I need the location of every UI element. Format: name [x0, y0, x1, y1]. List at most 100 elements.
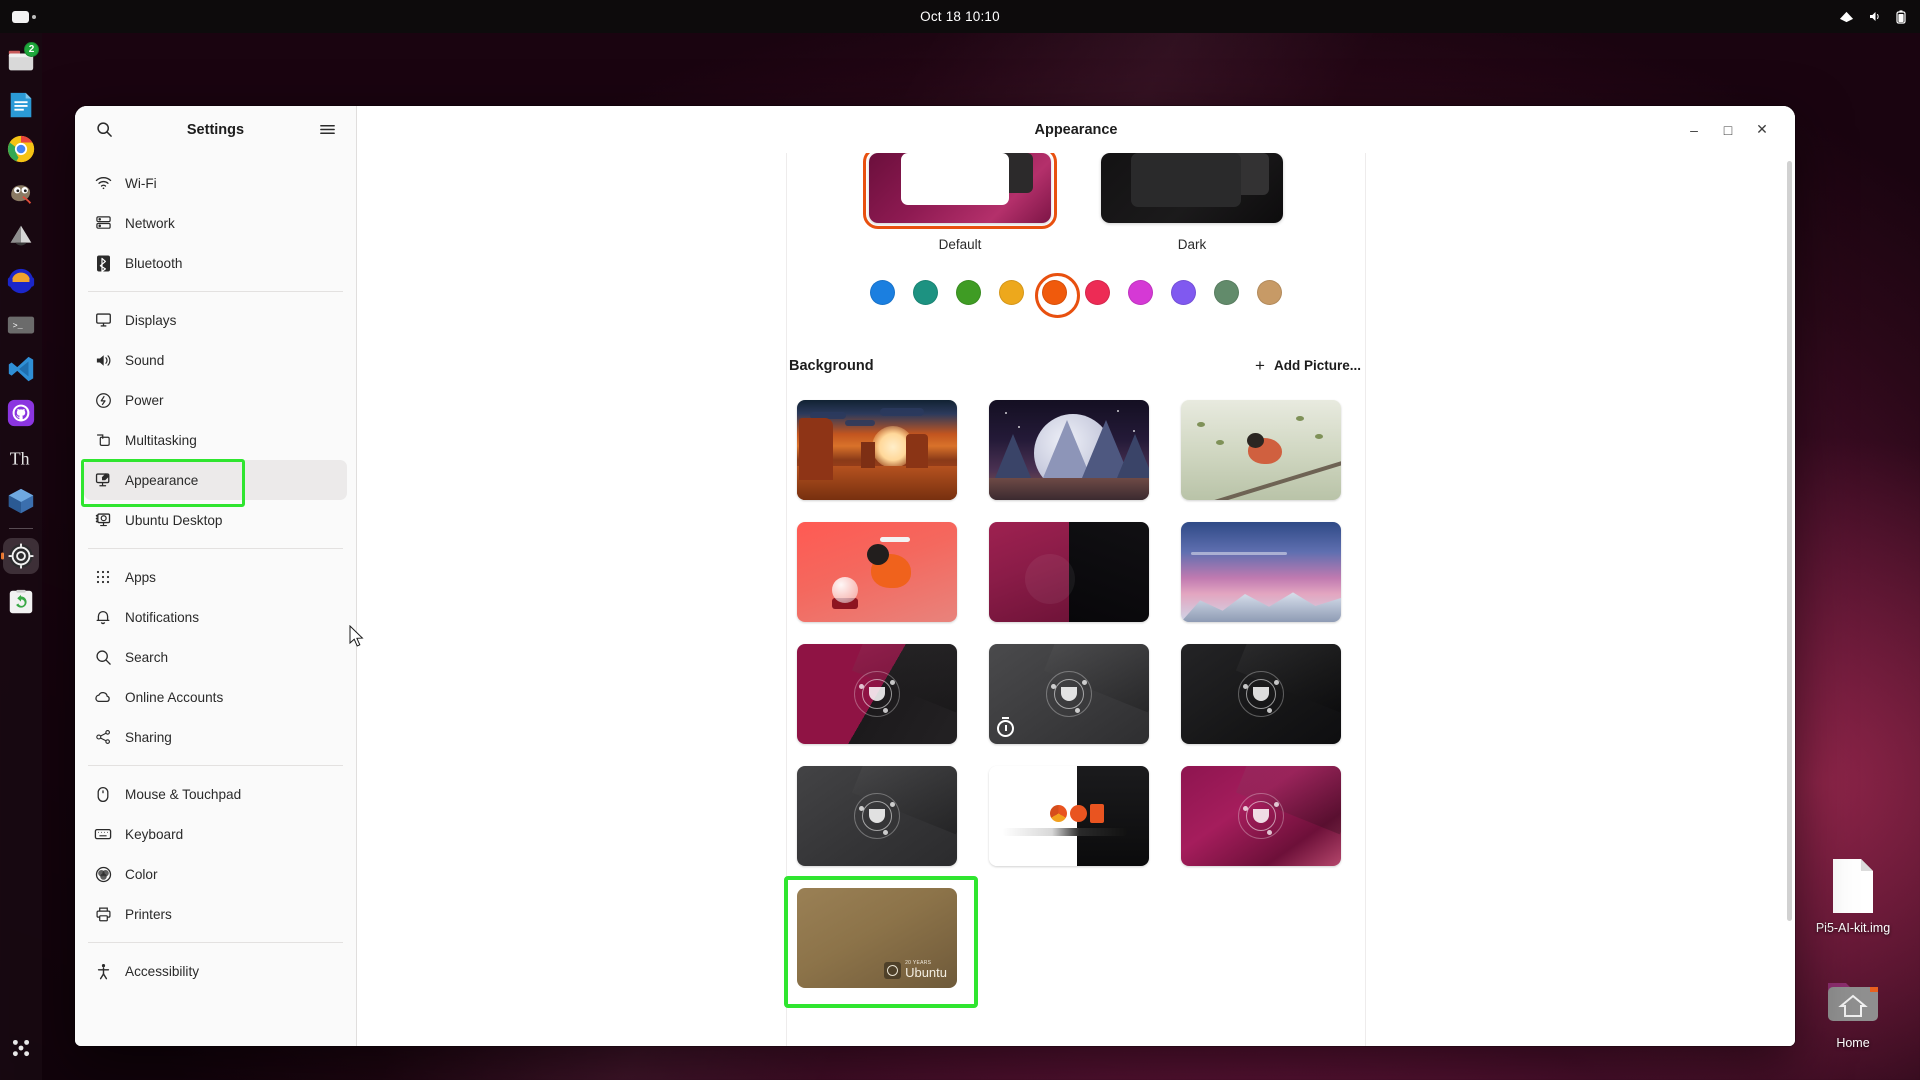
sidebar-item-ubuntu-desktop[interactable]: Ubuntu Desktop	[84, 500, 347, 540]
search-button[interactable]	[89, 115, 119, 145]
accent-color-purple[interactable]	[1171, 280, 1196, 305]
style-option-dark[interactable]: Dark	[1101, 153, 1283, 252]
dock-item-files[interactable]: 2	[2, 39, 40, 83]
sidebar-item-apps[interactable]: Apps	[84, 557, 347, 597]
ubuntu-logo-icon	[1049, 805, 1067, 822]
wallpaper-thumbnail	[1181, 522, 1341, 622]
sidebar-item-label: Color	[125, 866, 158, 882]
sidebar-item-keyboard[interactable]: Keyboard	[84, 814, 347, 854]
wallpaper-ubuntu-white-black[interactable]	[989, 766, 1149, 866]
wallpaper-ubuntu-pink[interactable]	[1181, 766, 1341, 866]
desktop-icon-label: Pi5-AI-kit.img	[1815, 921, 1891, 935]
system-status-area[interactable]	[1839, 9, 1906, 24]
sidebar-item-label: Sound	[125, 352, 165, 368]
accent-color-magenta[interactable]	[1128, 280, 1153, 305]
show-applications-button[interactable]	[2, 1026, 40, 1070]
sidebar-item-notifications[interactable]: Notifications	[84, 597, 347, 637]
sidebar-item-online-accounts[interactable]: Online Accounts	[84, 677, 347, 717]
sidebar-item-color[interactable]: Color	[84, 854, 347, 894]
wallpaper-ubuntu-gray-dark[interactable]	[797, 766, 957, 866]
wallpaper-ubuntu-magenta-dark[interactable]	[797, 644, 957, 744]
appearance-icon	[94, 471, 112, 489]
wallpaper-ubuntu-split-magenta[interactable]	[989, 522, 1149, 622]
dock-item-gimp[interactable]	[2, 171, 40, 215]
clock[interactable]: Oct 18 10:10	[920, 9, 1000, 24]
desktop-icon-home[interactable]: Home	[1805, 970, 1901, 1051]
wallpaper-moon-over-mountains[interactable]	[989, 400, 1149, 500]
wallpaper-ubuntu-black[interactable]	[1181, 644, 1341, 744]
sidebar-item-displays[interactable]: Displays	[84, 300, 347, 340]
sidebar-item-sound[interactable]: Sound	[84, 340, 347, 380]
accent-color-teal[interactable]	[913, 280, 938, 305]
wallpaper-ubuntu-20-years[interactable]: 20 YEARS Ubuntu	[784, 876, 978, 1008]
wallpaper-snowy-mountain-dusk[interactable]	[1181, 522, 1341, 622]
activities-button[interactable]	[12, 10, 36, 23]
activities-dot-icon	[32, 14, 36, 19]
main-menu-button[interactable]	[312, 115, 342, 145]
home-folder-icon	[1805, 970, 1901, 1032]
wallpaper-thumbnail	[989, 766, 1149, 866]
wallpaper-ubuntu-gray-timed[interactable]	[989, 644, 1149, 744]
sidebar-item-search[interactable]: Search	[84, 637, 347, 677]
vertical-scrollbar[interactable]	[1787, 161, 1792, 921]
accent-color-sage[interactable]	[1214, 280, 1239, 305]
sidebar-item-mouse-touchpad[interactable]: Mouse & Touchpad	[84, 774, 347, 814]
gear-icon	[8, 543, 34, 569]
wallpaper-grid: 20 YEARS Ubuntu	[784, 400, 1365, 1008]
accent-color-red[interactable]	[1085, 280, 1110, 305]
dock-item-thunderbird[interactable]: Th	[2, 435, 40, 479]
wallpaper-thumbnail	[797, 400, 957, 500]
sidebar-item-sharing[interactable]: Sharing	[84, 717, 347, 757]
dock-item-settings[interactable]	[2, 534, 40, 578]
sidebar-item-multitasking[interactable]: Multitasking	[84, 420, 347, 460]
sidebar-item-label: Bluetooth	[125, 255, 183, 271]
accent-color-green[interactable]	[956, 280, 981, 305]
dock-item-inkscape[interactable]	[2, 215, 40, 259]
add-picture-button[interactable]: + Add Picture...	[1253, 353, 1363, 378]
sound-icon	[94, 351, 112, 369]
content-pane: Appearance – □ ✕ Default Dark Background…	[357, 106, 1795, 1046]
dock-item-terminal[interactable]: >_	[2, 303, 40, 347]
close-button[interactable]: ✕	[1747, 115, 1777, 145]
gimp-icon	[11, 185, 32, 204]
audacity-icon	[7, 268, 35, 294]
volume-icon	[1868, 10, 1882, 23]
accent-color-orange[interactable]	[1035, 273, 1080, 318]
dock-item-ubuntu-software[interactable]	[2, 580, 40, 624]
sidebar-item-label: Sharing	[125, 729, 172, 745]
sidebar-item-accessibility[interactable]: Accessibility	[84, 951, 347, 991]
accent-color-blue[interactable]	[870, 280, 895, 305]
sidebar-item-printers[interactable]: Printers	[84, 894, 347, 934]
accent-color-tan[interactable]	[1257, 280, 1282, 305]
style-label: Dark	[1177, 237, 1207, 252]
dock-item-audacity[interactable]	[2, 259, 40, 303]
desktop-icon-pi5-image[interactable]: Pi5-AI-kit.img	[1805, 855, 1901, 936]
sidebar-item-wi-fi[interactable]: Wi-Fi	[84, 163, 347, 203]
sidebar-item-power[interactable]: Power	[84, 380, 347, 420]
sidebar-item-label: Apps	[125, 569, 156, 585]
dock-item-vscode[interactable]	[2, 347, 40, 391]
accent-color-yellow[interactable]	[999, 280, 1024, 305]
sidebar-item-bluetooth[interactable]: Bluetooth	[84, 243, 347, 283]
dock-item-virtualbox[interactable]	[2, 479, 40, 523]
wallpaper-orange-3d-bird[interactable]	[797, 522, 957, 622]
dock-item-google-chrome[interactable]	[2, 127, 40, 171]
sidebar-item-label: Online Accounts	[125, 689, 224, 705]
sidebar-item-network[interactable]: Network	[84, 203, 347, 243]
style-option-default[interactable]: Default	[863, 153, 1057, 252]
window-controls: – □ ✕	[1679, 115, 1787, 145]
window-titlebar[interactable]: Appearance – □ ✕	[357, 106, 1795, 153]
sidebar-item-appearance[interactable]: Appearance	[81, 459, 347, 507]
wallpaper-bullfinch-on-branch[interactable]	[1181, 400, 1341, 500]
plus-icon: +	[1255, 356, 1265, 375]
minimize-button[interactable]: –	[1679, 115, 1709, 145]
wallpaper-desert-canyon-sunset[interactable]	[797, 400, 957, 500]
keyboard-icon	[94, 825, 112, 843]
maximize-button[interactable]: □	[1713, 115, 1743, 145]
display-icon	[94, 311, 112, 329]
dock-item-github-desktop[interactable]	[2, 391, 40, 435]
printer-icon	[94, 905, 112, 923]
wallpaper-thumbnail	[797, 644, 957, 744]
sidebar-item-label: Multitasking	[125, 432, 197, 448]
dock-item-libreoffice-writer[interactable]	[2, 83, 40, 127]
